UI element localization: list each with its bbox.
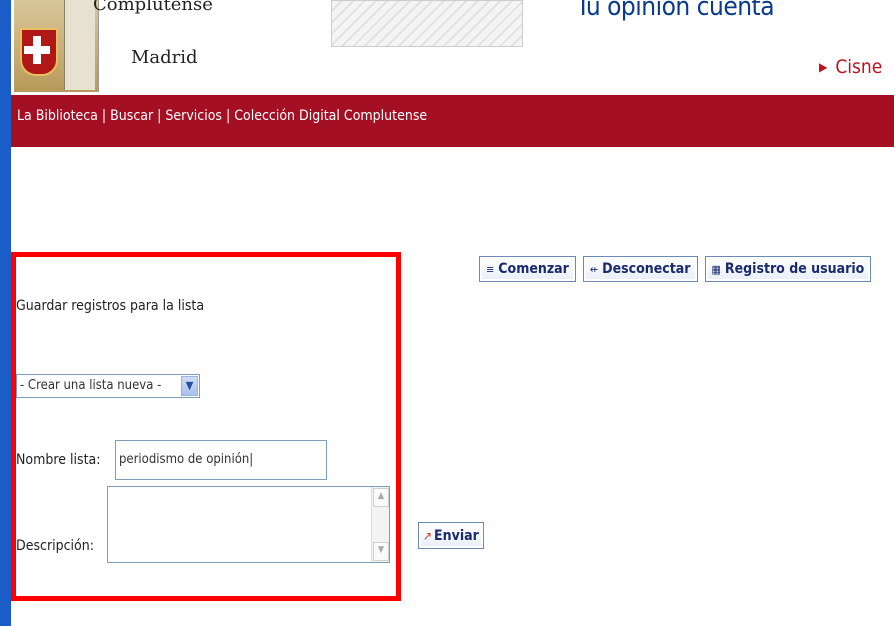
catalog-page: Complutense Madrid Tu opinión cuenta ▶ Ci… xyxy=(11,0,894,626)
nav-link-servicios[interactable]: Servicios xyxy=(165,108,222,124)
chevron-down-icon[interactable]: ▼ xyxy=(181,376,198,396)
nav-separator: | xyxy=(97,108,111,124)
disconnect-icon: ⇷ xyxy=(589,262,599,276)
nav-link-buscar[interactable]: Buscar xyxy=(110,108,153,124)
banner-image[interactable] xyxy=(331,0,523,47)
cisne-link[interactable]: ▶ Cisne xyxy=(819,56,882,78)
crest-cross-bar-icon xyxy=(24,46,50,54)
enviar-label: Enviar xyxy=(434,527,479,544)
list-name-input[interactable]: periodismo de opinión| xyxy=(115,440,327,480)
main-nav-bar: La Biblioteca | Buscar | Servicios | Col… xyxy=(11,95,894,147)
desconectar-label: Desconectar xyxy=(602,261,691,277)
textarea-scrollbar[interactable]: ▲ ▼ xyxy=(371,487,389,562)
list-icon: ≡ xyxy=(486,262,495,276)
crest-seal-icon xyxy=(64,0,95,90)
list-name-value: periodismo de opinión xyxy=(119,452,250,467)
university-crest-logo[interactable] xyxy=(14,0,99,92)
comenzar-label: Comenzar xyxy=(498,261,569,277)
cisne-link-label: Cisne xyxy=(835,56,883,78)
list-name-label: Nombre lista: xyxy=(16,452,101,468)
nav-separator: | xyxy=(222,108,235,124)
nav-link-la-biblioteca[interactable]: La Biblioteca xyxy=(17,108,98,124)
site-header: Complutense Madrid Tu opinión cuenta ▶ Ci… xyxy=(11,0,894,95)
university-name-line1: Complutense xyxy=(93,0,213,15)
nav-separator: | xyxy=(153,108,166,124)
registro-label: Registro de usuario xyxy=(724,261,865,277)
send-arrow-icon: ↗ xyxy=(423,528,433,543)
enviar-button[interactable]: ↗ Enviar xyxy=(418,522,484,549)
description-label: Descripción: xyxy=(16,538,94,554)
nav-link-coleccion-digital[interactable]: Colección Digital Complutense xyxy=(234,108,427,124)
registro-usuario-button[interactable]: ▦ Registro de usuario xyxy=(704,256,872,282)
toolbar: ≡ Comenzar ⇷ Desconectar ▦ Registro de usua… xyxy=(479,256,872,282)
list-select[interactable]: - Crear una lista nueva - ▼ xyxy=(16,374,200,398)
triangle-right-icon: ▶ xyxy=(819,60,828,74)
nav-links: La Biblioteca | Buscar | Servicios | Col… xyxy=(17,108,427,124)
scroll-up-icon[interactable]: ▲ xyxy=(373,488,389,507)
register-icon: ▦ xyxy=(711,262,721,276)
comenzar-button[interactable]: ≡ Comenzar xyxy=(479,256,576,282)
save-records-heading: Guardar registros para la lista xyxy=(16,298,205,314)
scroll-down-icon[interactable]: ▼ xyxy=(373,542,389,561)
list-select-value: - Crear una lista nueva - xyxy=(20,378,162,393)
university-name-line2: Madrid xyxy=(131,47,198,68)
description-textarea[interactable]: ▲ ▼ xyxy=(107,486,390,563)
desconectar-button[interactable]: ⇷ Desconectar xyxy=(582,256,698,282)
banner-text[interactable]: Tu opinión cuenta xyxy=(576,0,775,22)
